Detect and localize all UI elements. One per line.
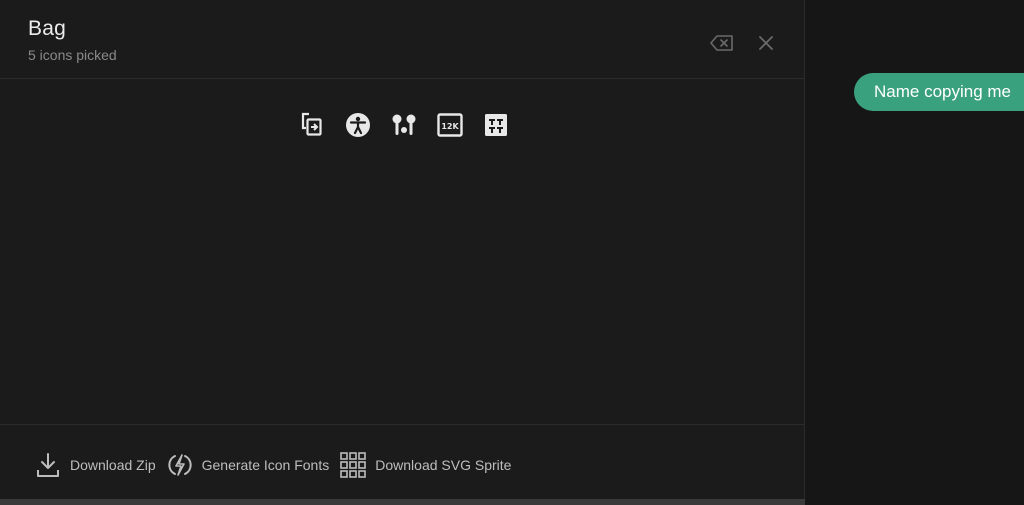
bag-header: Bag 5 icons picked <box>0 0 805 79</box>
download-zip-label: Download Zip <box>70 457 156 473</box>
picked-icon-earbuds[interactable] <box>390 111 418 139</box>
horizontal-scrollbar[interactable] <box>0 499 805 505</box>
toast-area: Name copying me <box>806 0 1024 505</box>
bag-title: Bag <box>28 17 66 40</box>
footer-actions: Download Zip Generate Icon Fonts Downloa… <box>34 451 521 479</box>
picked-icon-tab-move[interactable] <box>298 111 326 139</box>
close-button[interactable] <box>752 30 780 56</box>
bag-subtitle: 5 icons picked <box>28 47 117 63</box>
icon-font-icon <box>166 451 194 479</box>
backspace-icon <box>710 35 733 51</box>
sprite-grid-icon <box>339 451 367 479</box>
download-svg-sprite-label: Download SVG Sprite <box>375 457 512 473</box>
download-zip-button[interactable]: Download Zip <box>34 451 156 479</box>
picked-icon-subtitle[interactable] <box>482 111 510 139</box>
resolution-12k-icon: 12K <box>437 113 463 137</box>
download-icon <box>34 451 62 479</box>
tab-move-icon <box>301 112 322 136</box>
picked-icons-list: 12K <box>298 111 528 139</box>
subtitle-icon <box>485 114 507 136</box>
picked-icon-accessibility[interactable] <box>344 111 372 139</box>
picked-icon-12k[interactable]: 12K <box>436 111 464 139</box>
bag-footer: Download Zip Generate Icon Fonts Downloa… <box>0 424 805 499</box>
close-icon <box>759 36 773 50</box>
generate-icon-fonts-button[interactable]: Generate Icon Fonts <box>166 451 330 479</box>
download-svg-sprite-button[interactable]: Download SVG Sprite <box>339 451 511 479</box>
earbuds-icon <box>392 114 416 135</box>
bag-panel: Bag 5 icons picked 12K Download Zip Gene… <box>0 0 805 505</box>
generate-icon-fonts-label: Generate Icon Fonts <box>201 457 330 473</box>
accessibility-icon <box>346 113 370 137</box>
name-copying-toast[interactable]: Name copying me <box>854 73 1024 111</box>
svg-text:12K: 12K <box>441 122 459 131</box>
clear-bag-button[interactable] <box>708 30 736 56</box>
